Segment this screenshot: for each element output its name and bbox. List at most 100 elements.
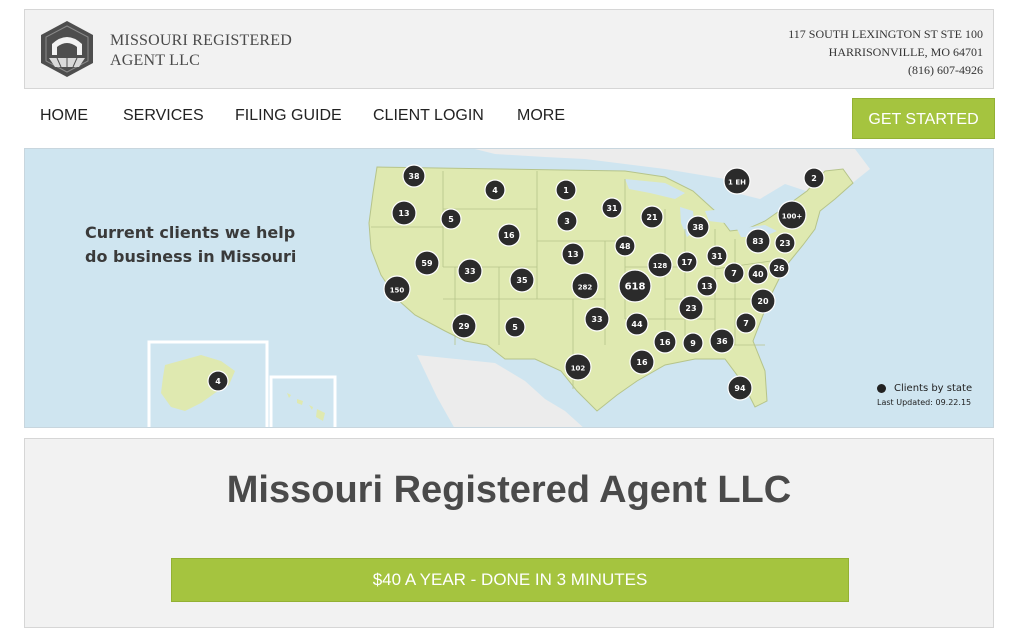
nav-home[interactable]: HOME [40, 107, 88, 125]
marker-pa[interactable]: 83 [745, 228, 771, 254]
brand-line-2: AGENT LLC [110, 52, 200, 69]
marker-fl[interactable]: 94 [727, 375, 753, 401]
marker-sc[interactable]: 7 [735, 312, 757, 334]
marker-label: 35 [516, 276, 528, 285]
marker-ia[interactable]: 48 [614, 235, 636, 257]
marker-nj[interactable]: 23 [774, 232, 796, 254]
marker-mt[interactable]: 4 [484, 179, 506, 201]
marker-ms[interactable]: 16 [653, 330, 677, 354]
marker-label: 16 [659, 338, 671, 347]
nav-client-login[interactable]: CLIENT LOGIN [373, 107, 484, 125]
marker-label: 33 [591, 315, 602, 324]
marker-nv[interactable]: 59 [414, 250, 440, 276]
phone-number[interactable]: (816) 607-4926 [788, 61, 983, 79]
marker-az[interactable]: 29 [451, 313, 477, 339]
marker-label: 102 [571, 365, 586, 373]
marker-tx[interactable]: 102 [564, 353, 592, 381]
marker-co[interactable]: 35 [509, 267, 535, 293]
marker-label: 36 [716, 337, 728, 346]
marker-la[interactable]: 16 [629, 349, 655, 375]
site-header: MISSOURI REGISTERED AGENT LLC 117 SOUTH … [24, 9, 994, 89]
marker-ca[interactable]: 150 [383, 275, 411, 303]
marker-ny[interactable]: 100+ [777, 200, 807, 230]
hawaii-inset-frame [269, 375, 337, 427]
marker-ar[interactable]: 44 [625, 312, 649, 336]
marker-label: 9 [690, 339, 696, 348]
map-caption: Current clients we help do business in M… [85, 221, 296, 269]
map-caption-line-2: do business in Missouri [85, 247, 297, 266]
map-legend: Clients by state Last Updated: 09.22.15 [877, 383, 972, 407]
brand-name[interactable]: MISSOURI REGISTERED AGENT LLC [110, 31, 292, 71]
hero-panel: Missouri Registered Agent LLC $40 A YEAR… [24, 438, 994, 628]
marker-label: 128 [653, 262, 668, 270]
marker-label: 5 [448, 215, 454, 224]
marker-ks[interactable]: 282 [571, 272, 599, 300]
marker-label: 83 [752, 237, 763, 246]
clients-map-banner: 38 13 5 4 1 3 16 59 150 33 35 13 31 21 48 282 618 29 5 33 10… [24, 148, 994, 428]
marker-ut[interactable]: 33 [457, 258, 483, 284]
marker-nd[interactable]: 1 [555, 179, 577, 201]
marker-wv[interactable]: 7 [723, 262, 745, 284]
marker-label: 1 [563, 186, 569, 195]
marker-label: 13 [398, 209, 409, 218]
marker-al[interactable]: 9 [682, 332, 704, 354]
marker-label: 13 [567, 250, 578, 259]
arch-house-logo-icon[interactable] [39, 20, 95, 78]
marker-wi[interactable]: 21 [640, 205, 664, 229]
pricing-cta-button[interactable]: $40 A YEAR - DONE IN 3 MINUTES [171, 558, 849, 602]
marker-label: 100+ [782, 213, 803, 221]
marker-md[interactable]: 26 [768, 257, 790, 279]
marker-label: 38 [408, 172, 420, 181]
marker-ga[interactable]: 36 [709, 328, 735, 354]
marker-label: 21 [646, 213, 658, 222]
marker-label: 4 [492, 186, 498, 195]
legend-dot-icon [877, 384, 886, 393]
marker-label: 7 [731, 269, 737, 278]
brand-line-1: MISSOURI REGISTERED [110, 32, 293, 49]
marker-label: 13 [701, 282, 712, 291]
marker-mn[interactable]: 31 [601, 197, 623, 219]
marker-va[interactable]: 40 [747, 263, 769, 285]
marker-oh[interactable]: 31 [706, 245, 728, 267]
marker-il[interactable]: 128 [647, 252, 673, 278]
marker-label: 26 [773, 264, 785, 273]
marker-ak[interactable]: 4 [207, 370, 229, 392]
marker-tn[interactable]: 23 [678, 295, 704, 321]
get-started-button[interactable]: GET STARTED [852, 98, 995, 139]
marker-label: 44 [631, 320, 643, 329]
marker-label: 94 [734, 384, 746, 393]
marker-label: 23 [685, 304, 696, 313]
marker-label: 16 [503, 231, 515, 240]
nav-filing-guide[interactable]: FILING GUIDE [235, 107, 342, 125]
marker-label: 3 [564, 217, 570, 226]
marker-id[interactable]: 5 [440, 208, 462, 230]
marker-ky[interactable]: 13 [696, 275, 718, 297]
marker-ne[interactable]: 13 [561, 242, 585, 266]
marker-label: 150 [390, 287, 405, 295]
marker-label: 17 [681, 258, 692, 267]
marker-label: 40 [752, 270, 764, 279]
marker-label: 5 [512, 323, 518, 332]
marker-label: 48 [619, 242, 631, 251]
marker-wa[interactable]: 38 [402, 164, 426, 188]
marker-on[interactable]: 1 EH [723, 167, 751, 195]
marker-nm[interactable]: 5 [504, 316, 526, 338]
marker-mi[interactable]: 38 [686, 215, 710, 239]
marker-wy[interactable]: 16 [497, 223, 521, 247]
marker-ok[interactable]: 33 [584, 306, 610, 332]
marker-label: 4 [215, 377, 221, 386]
contact-address: 117 SOUTH LEXINGTON ST STE 100 HARRISONV… [788, 25, 983, 79]
marker-or[interactable]: 13 [391, 200, 417, 226]
nav-services[interactable]: SERVICES [123, 107, 204, 125]
marker-mo[interactable]: 618 [618, 269, 652, 303]
page-title: Missouri Registered Agent LLC [226, 469, 792, 511]
marker-label: 38 [692, 223, 704, 232]
map-caption-line-1: Current clients we help [85, 223, 296, 242]
marker-nc[interactable]: 20 [750, 288, 776, 314]
nav-more[interactable]: MORE [517, 107, 565, 125]
marker-in[interactable]: 17 [676, 251, 698, 273]
marker-label: 282 [578, 284, 593, 292]
marker-label: 2 [811, 174, 817, 183]
marker-sd[interactable]: 3 [556, 210, 578, 232]
marker-me[interactable]: 2 [803, 167, 825, 189]
